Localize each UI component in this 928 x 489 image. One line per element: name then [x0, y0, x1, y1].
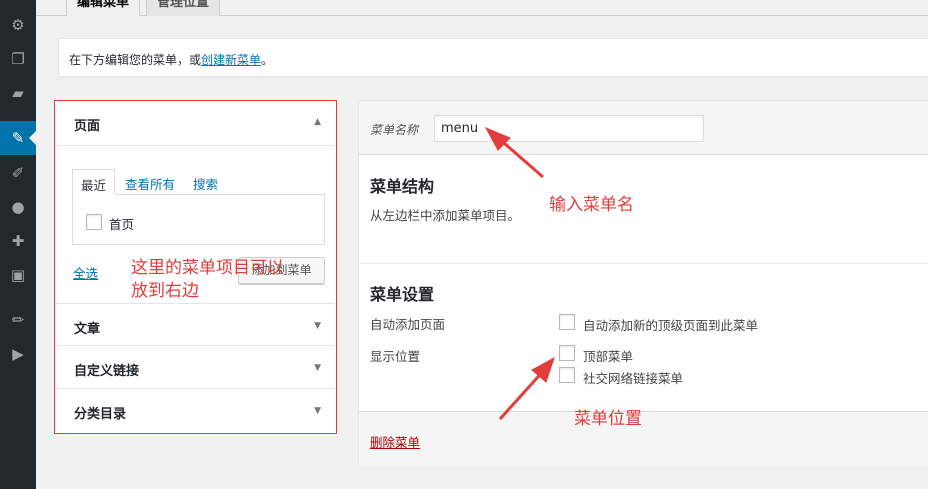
display-location-label: 显示位置 — [370, 349, 421, 364]
tab-manage-locations[interactable]: 管理位置 — [146, 0, 221, 16]
comments-icon[interactable]: ▰ — [0, 76, 36, 110]
menu-management-panel: 菜单名称 menu 菜单结构 从左边栏中添加菜单项目。 菜单设置 自动添加页面 … — [358, 100, 928, 466]
admin-sidebar: ⚙ ❐ ▰ ✎ ✐ ● ✚ ▣ ✏ ▶ — [0, 0, 36, 489]
edit-icon[interactable]: ✏ — [0, 303, 36, 337]
menu-footer: 删除菜单 — [359, 411, 928, 466]
tab-edit-menu[interactable]: 编辑菜单 — [66, 0, 141, 16]
home-page-label: 首页 — [109, 217, 135, 232]
social-menu-label: 社交网络链接菜单 — [583, 371, 684, 386]
menu-structure-title: 菜单结构 — [370, 177, 435, 196]
social-menu-checkbox[interactable] — [559, 367, 575, 383]
manage-menus-notice: 在下方编辑您的菜单，或创建新菜单。 — [58, 38, 928, 77]
section-title-posts: 文章 — [74, 322, 101, 337]
section-title-categories: 分类目录 — [74, 407, 127, 422]
auto-add-checkbox[interactable] — [559, 314, 575, 330]
notice-suffix: 。 — [261, 53, 274, 67]
tab-view-all[interactable]: 查看所有 — [117, 169, 183, 195]
pages-inner-tabs: 最近 查看所有 搜索 — [72, 169, 228, 195]
create-menu-link[interactable]: 创建新菜单 — [201, 53, 261, 67]
annotation-left-note-line2: 放到右边 — [131, 281, 199, 301]
auto-add-option-label: 自动添加新的顶级页面到此菜单 — [583, 318, 759, 333]
home-page-checkbox[interactable] — [86, 214, 102, 230]
plugins-brush-icon[interactable]: ✐ — [0, 156, 36, 190]
section-title-custom-links: 自定义链接 — [74, 364, 140, 379]
chevron-down-icon[interactable]: ▼ — [314, 406, 321, 416]
delete-menu-link[interactable]: 删除菜单 — [370, 432, 420, 451]
menu-header: 菜单名称 menu — [359, 101, 928, 155]
pages-tab-panel: 首页 — [72, 194, 325, 245]
menu-structure-desc: 从左边栏中添加菜单项目。 — [370, 208, 521, 223]
accordion-section-custom-links[interactable]: 自定义链接 ▼ — [56, 346, 335, 389]
pages-icon[interactable]: ❐ — [0, 42, 36, 76]
chevron-up-icon[interactable]: ▲ — [314, 117, 321, 127]
annotation-input-name: 输入菜单名 — [549, 195, 634, 215]
notice-text: 在下方编辑您的菜单，或 — [69, 53, 202, 67]
tools-icon[interactable]: ✚ — [0, 224, 36, 258]
chevron-down-icon[interactable]: ▼ — [314, 363, 321, 373]
settings-divider — [359, 263, 928, 264]
users-icon[interactable]: ● — [0, 190, 36, 224]
settings-icon[interactable]: ▣ — [0, 258, 36, 292]
section-title-pages: 页面 — [74, 119, 101, 134]
menu-settings-title: 菜单设置 — [370, 285, 435, 304]
accordion-section-pages[interactable]: 页面 ▲ — [56, 101, 335, 146]
tab-most-recent[interactable]: 最近 — [72, 169, 116, 195]
appearance-icon[interactable]: ✎ — [0, 121, 36, 155]
chevron-down-icon[interactable]: ▼ — [314, 321, 321, 331]
auto-add-label: 自动添加页面 — [370, 317, 446, 332]
select-all-link[interactable]: 全选 — [73, 263, 98, 282]
top-menu-checkbox[interactable] — [559, 345, 575, 361]
annotation-menu-position: 菜单位置 — [574, 409, 642, 429]
menu-name-label: 菜单名称 — [370, 123, 419, 137]
accordion-section-categories[interactable]: 分类目录 ▼ — [56, 389, 335, 433]
accordion-section-posts[interactable]: 文章 ▼ — [56, 303, 335, 346]
plugins-icon[interactable]: ⚙ — [0, 8, 36, 42]
media-play-icon[interactable]: ▶ — [0, 337, 36, 371]
annotation-left-note-line1: 这里的菜单项目可以 — [131, 258, 284, 278]
top-menu-label: 顶部菜单 — [583, 349, 634, 364]
menu-name-input[interactable]: menu — [434, 115, 704, 142]
tab-search[interactable]: 搜索 — [185, 169, 226, 195]
annotation-left-note: 这里的菜单项目可以 放到右边 — [131, 257, 284, 303]
nav-tabs: 编辑菜单 管理位置 — [66, 0, 226, 16]
